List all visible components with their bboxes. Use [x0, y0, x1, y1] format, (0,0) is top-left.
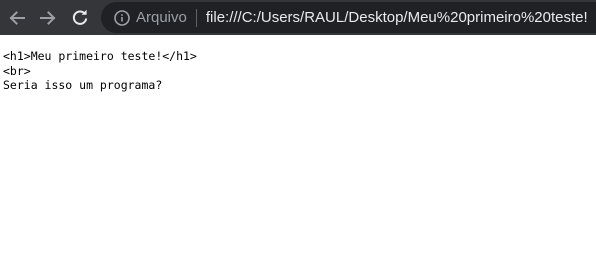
address-bar[interactable]: Arquivo file:///C:/Users/RAUL/Desktop/Me…: [101, 2, 596, 33]
arrow-right-icon: [40, 10, 56, 25]
arrow-left-icon: [9, 10, 25, 25]
browser-toolbar: Arquivo file:///C:/Users/RAUL/Desktop/Me…: [0, 0, 596, 35]
reload-icon: [72, 9, 88, 25]
page-line: <br>: [3, 63, 31, 78]
url-text[interactable]: file:///C:/Users/RAUL/Desktop/Meu%20prim…: [206, 9, 588, 26]
forward-button[interactable]: [38, 8, 58, 28]
page-line: <h1>Meu primeiro teste!</h1>: [3, 49, 197, 63]
reload-button[interactable]: [70, 8, 90, 28]
page-content: <h1>Meu primeiro teste!</h1> <br> Seria …: [3, 49, 197, 93]
omnibox-divider: [195, 8, 197, 27]
back-button[interactable]: [7, 8, 27, 28]
page-line: Seria isso um programa?: [3, 78, 163, 92]
info-circle-icon[interactable]: [114, 9, 130, 26]
security-label: Arquivo: [136, 9, 187, 26]
